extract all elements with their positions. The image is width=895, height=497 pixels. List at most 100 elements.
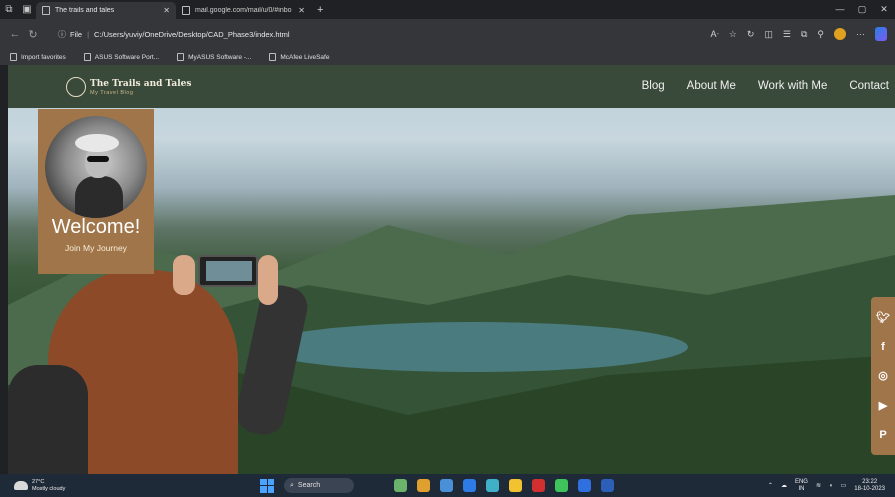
windows-taskbar: 27°C Mostly cloudy ⌕ Search ⌃ ☁ ENG IN ≋… <box>0 474 895 497</box>
favorites-bar: Import favorites ASUS Software Port... M… <box>0 49 895 65</box>
language-label: ENG <box>794 478 808 485</box>
person-hand <box>258 255 278 305</box>
tab-active[interactable]: The trails and tales ✕ <box>36 2 176 19</box>
app-icon[interactable] <box>394 479 407 492</box>
address-bar-row: ← ↻ ⓘ File | C:/Users/yuviy/OneDrive/Des… <box>0 19 895 49</box>
back-icon[interactable]: ← <box>6 28 24 40</box>
url-text: C:/Users/yuviy/OneDrive/Desktop/CAD_Phas… <box>94 29 290 39</box>
tab-inactive[interactable]: mail.google.com/mail/u/0/#inbo ✕ <box>176 2 311 19</box>
wifi-icon[interactable]: ≋ <box>816 482 821 489</box>
copilot-icon[interactable] <box>875 27 887 41</box>
tab-actions-icon[interactable]: ▣ <box>18 0 36 19</box>
social-sidebar: 🐦︎ f ◎ ▶ P <box>871 297 895 455</box>
volume-icon[interactable]: ◖ <box>829 483 833 489</box>
twitter-icon[interactable]: 🐦︎ <box>876 311 890 324</box>
screen: ⧉ ▣ The trails and tales ✕ mail.google.c… <box>0 0 895 497</box>
tab-title: The trails and tales <box>55 7 115 14</box>
page-icon <box>269 53 277 61</box>
favorite-item[interactable]: Import favorites <box>10 53 66 61</box>
close-tab-icon[interactable]: ✕ <box>163 6 170 15</box>
workspaces-icon[interactable]: ⧉ <box>0 0 18 19</box>
nav-work-with-me[interactable]: Work with Me <box>758 80 827 92</box>
weather-widget[interactable]: 27°C Mostly cloudy <box>0 479 260 492</box>
favorite-item[interactable]: MyASUS Software -... <box>177 53 251 61</box>
brand-subtitle: My Travel Blog <box>90 89 134 96</box>
time: 23:22 <box>862 478 878 485</box>
clock[interactable]: 23:22 18-10-2023 <box>854 479 885 492</box>
page-icon <box>42 6 50 15</box>
extensions-icon[interactable]: ⚲ <box>817 29 824 40</box>
brand-title: The Trails and Tales <box>90 78 192 89</box>
split-screen-icon[interactable]: ◫ <box>764 29 773 40</box>
system-tray: ⌃ ☁ ENG IN ≋ ◖ ▭ 23:22 18-10-2023 <box>768 479 895 492</box>
favorites-icon[interactable]: ☰ <box>783 29 791 40</box>
globe-icon <box>66 77 86 97</box>
cloud-sync-icon[interactable]: ☁ <box>781 482 787 489</box>
tab-title: mail.google.com/mail/u/0/#inbo <box>195 7 292 14</box>
nav-contact[interactable]: Contact <box>849 80 889 92</box>
info-icon[interactable]: ⓘ <box>58 29 66 40</box>
start-button[interactable] <box>260 478 274 493</box>
address-bar[interactable]: ⓘ File | C:/Users/yuviy/OneDrive/Desktop… <box>50 24 690 44</box>
favorite-label: McAfee LiveSafe <box>280 53 330 61</box>
more-icon[interactable]: ··· <box>856 29 865 39</box>
app-icon[interactable] <box>532 479 545 492</box>
lake <box>258 322 688 372</box>
url-prefix: File <box>70 29 83 39</box>
facebook-icon[interactable]: f <box>881 341 885 353</box>
page-icon <box>182 6 190 15</box>
collections-icon[interactable]: ⧉ <box>801 29 807 40</box>
profile-avatar[interactable] <box>834 28 846 40</box>
favorite-item[interactable]: McAfee LiveSafe <box>269 53 329 61</box>
youtube-icon[interactable]: ▶ <box>879 399 887 412</box>
refresh-page-icon[interactable]: ↻ <box>747 29 755 40</box>
taskbar-search[interactable]: ⌕ Search <box>284 478 354 493</box>
favorite-label: Import favorites <box>21 53 66 61</box>
app-icon[interactable] <box>417 479 430 492</box>
close-tab-icon[interactable]: ✕ <box>298 6 305 15</box>
profile-photo <box>45 116 147 218</box>
cloud-icon <box>14 481 28 490</box>
favorite-label: ASUS Software Port... <box>94 53 160 61</box>
nav-about-me[interactable]: About Me <box>687 80 736 92</box>
app-icon[interactable] <box>463 479 476 492</box>
window-controls: — ▢ ✕ <box>829 4 895 15</box>
edge-icon[interactable] <box>486 479 499 492</box>
favorite-item[interactable]: ASUS Software Port... <box>83 53 160 61</box>
search-label: Search <box>297 482 321 489</box>
folder-icon[interactable] <box>509 479 522 492</box>
battery-icon[interactable]: ▭ <box>841 482 847 489</box>
date: 18-10-2023 <box>854 485 885 492</box>
page-icon <box>177 53 185 61</box>
site-logo[interactable]: The Trails and Tales My Travel Blog <box>66 77 191 97</box>
browser-tab-strip: ⧉ ▣ The trails and tales ✕ mail.google.c… <box>0 0 895 19</box>
restore-icon[interactable]: ▢ <box>851 4 873 15</box>
import-icon <box>10 53 17 61</box>
phone <box>198 255 258 287</box>
person-jacket <box>8 365 88 474</box>
site-header: The Trails and Tales My Travel Blog Blog… <box>8 65 895 108</box>
favorite-star-icon[interactable]: ☆ <box>729 29 737 40</box>
refresh-icon[interactable]: ↻ <box>24 28 42 41</box>
taskbar-apps <box>394 479 614 492</box>
search-icon: ⌕ <box>290 481 294 489</box>
instagram-icon[interactable]: ◎ <box>878 369 888 382</box>
new-tab-button[interactable]: + <box>311 4 329 16</box>
web-page: The Trails and Tales My Travel Blog Blog… <box>8 65 895 474</box>
close-window-icon[interactable]: ✕ <box>873 4 895 15</box>
region-label: IN <box>798 485 805 492</box>
chevron-up-icon[interactable]: ⌃ <box>768 482 773 489</box>
welcome-heading: Welcome! <box>51 216 141 238</box>
app-icon[interactable] <box>555 479 568 492</box>
word-icon[interactable] <box>601 479 614 492</box>
join-link[interactable]: Join My Journey <box>38 243 154 253</box>
app-icon[interactable] <box>440 479 453 492</box>
language-indicator[interactable]: ENG IN <box>795 479 808 492</box>
pinterest-icon[interactable]: P <box>879 429 886 441</box>
read-aloud-icon[interactable]: A͏ᐧ <box>710 29 718 40</box>
person-hand <box>173 255 195 295</box>
minimize-icon[interactable]: — <box>829 4 851 15</box>
app-icon[interactable] <box>578 479 591 492</box>
site-nav: Blog About Me Work with Me Contact <box>642 80 889 92</box>
nav-blog[interactable]: Blog <box>642 80 665 92</box>
